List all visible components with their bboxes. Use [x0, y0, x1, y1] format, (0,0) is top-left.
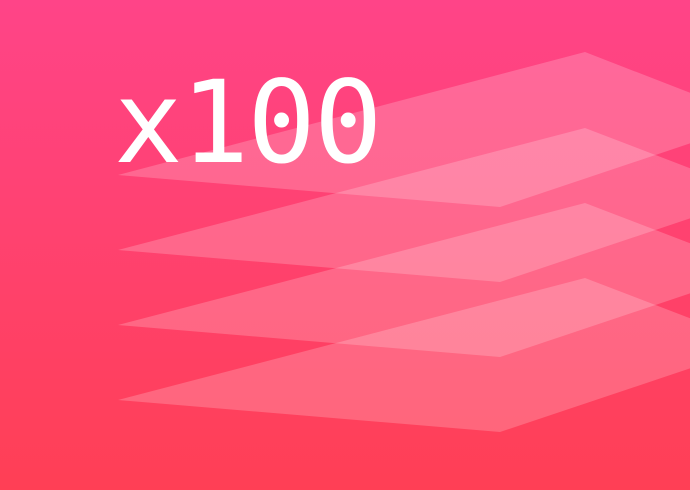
multiplier-label: x100: [114, 56, 383, 189]
hero-banner: x100: [0, 0, 690, 490]
